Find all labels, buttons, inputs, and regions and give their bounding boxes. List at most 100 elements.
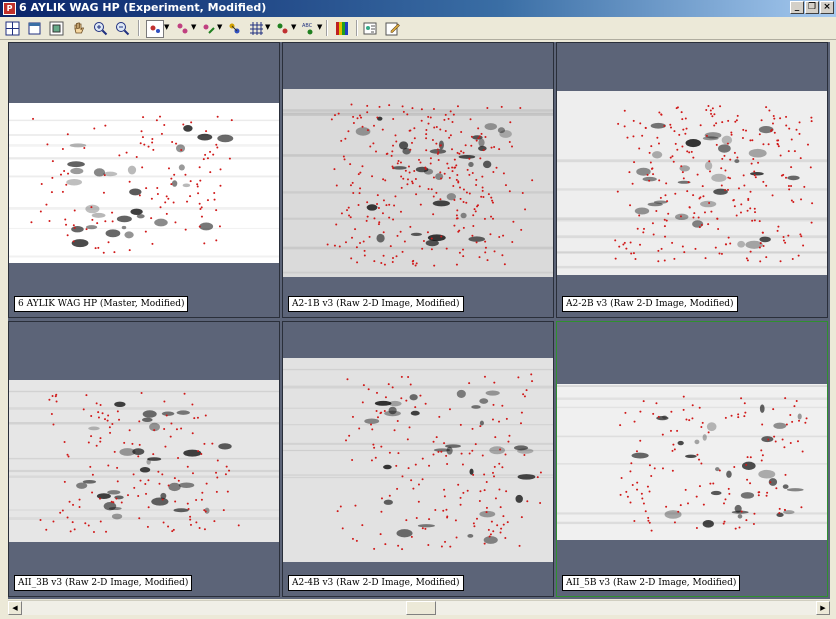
spot-marker xyxy=(106,419,109,422)
spot-marker xyxy=(95,402,98,405)
spot-marker xyxy=(196,183,199,186)
dropdown-arrow-icon[interactable]: ▼ xyxy=(217,23,222,31)
spot-marker xyxy=(500,105,503,108)
spot-marker xyxy=(382,178,385,181)
spot-marker xyxy=(397,159,400,162)
spot-marker xyxy=(788,188,791,191)
grid-layout-icon[interactable] xyxy=(4,20,20,36)
spot-marker xyxy=(123,441,126,444)
spot-marker xyxy=(409,383,412,386)
spot-match-icon[interactable] xyxy=(226,20,242,36)
gel-image xyxy=(9,103,279,263)
grid-overlay-icon[interactable] xyxy=(248,20,264,36)
window-title: 6 AYLIK WAG HP (Experiment, Modified) xyxy=(19,1,267,14)
spot-select-icon[interactable] xyxy=(146,20,164,38)
spot-marker xyxy=(150,217,153,220)
edit-notes-icon[interactable] xyxy=(384,20,400,36)
spot-marker xyxy=(189,515,192,518)
spot-marker xyxy=(737,413,740,416)
gel-blob xyxy=(139,467,151,473)
spot-marker xyxy=(191,403,194,406)
spot-marker xyxy=(678,133,681,136)
label-abc-icon[interactable]: ABC xyxy=(300,20,316,36)
spot-marker xyxy=(361,125,364,128)
panel-label: AII_3B v3 (Raw 2-D Image, Modified) xyxy=(14,575,193,591)
spot-marker xyxy=(522,393,525,396)
restore-icon[interactable]: ❐ xyxy=(805,1,819,14)
gel-panel-a2-2b[interactable]: A2-2B v3 (Raw 2-D Image, Modified) xyxy=(556,42,828,318)
gel-panel-aii-5b[interactable]: AII_5B v3 (Raw 2-D Image, Modified) xyxy=(556,321,828,597)
gel-streak xyxy=(283,385,553,389)
gel-panel-a2-4b[interactable]: A2-4B v3 (Raw 2-D Image, Modified) xyxy=(282,321,554,597)
gel-panel-master[interactable]: 6 AYLIK WAG HP (Master, Modified) xyxy=(8,42,280,318)
spot-marker xyxy=(455,214,458,217)
spot-marker xyxy=(48,398,51,401)
minimize-icon[interactable]: _ xyxy=(790,1,804,14)
spot-marker xyxy=(483,489,486,492)
spot-marker xyxy=(132,473,135,476)
scroll-thumb[interactable] xyxy=(406,601,436,615)
gel-blob xyxy=(759,236,771,243)
spot-marker xyxy=(205,482,208,485)
spot-marker xyxy=(660,247,663,250)
title-bar[interactable]: P 6 AYLIK WAG HP (Experiment, Modified) … xyxy=(0,0,836,17)
color-bars-icon[interactable] xyxy=(334,20,350,36)
spot-marker xyxy=(155,119,158,122)
gel-panel-aii-3b[interactable]: AII_3B v3 (Raw 2-D Image, Modified) xyxy=(8,321,280,597)
scroll-right-icon[interactable]: ▶ xyxy=(816,601,830,615)
spot-detect-icon[interactable] xyxy=(174,20,190,36)
spot-marker xyxy=(420,108,423,111)
dropdown-arrow-icon[interactable]: ▼ xyxy=(164,23,169,31)
spot-marker xyxy=(740,203,743,206)
gel-blob xyxy=(485,390,500,396)
spot-marker xyxy=(736,114,739,117)
dropdown-arrow-icon[interactable]: ▼ xyxy=(191,23,196,31)
spot-marker xyxy=(520,516,523,519)
spot-marker xyxy=(352,115,355,118)
gel-panel-a2-1b[interactable]: A2-1B v3 (Raw 2-D Image, Modified) xyxy=(282,42,554,318)
spot-marker xyxy=(462,188,465,191)
spot-marker xyxy=(159,115,162,118)
spot-marker xyxy=(475,517,478,520)
spot-marker xyxy=(734,120,737,123)
spot-marker xyxy=(55,393,58,396)
spot-marker xyxy=(160,132,163,135)
spot-marker xyxy=(83,146,86,149)
spot-marker xyxy=(418,185,421,188)
landmark-icon[interactable] xyxy=(274,20,290,36)
spot-marker xyxy=(805,417,808,420)
spot-marker xyxy=(133,486,136,489)
dropdown-arrow-icon[interactable]: ▼ xyxy=(291,23,296,31)
gel-streak xyxy=(283,424,553,426)
zoom-in-icon[interactable] xyxy=(92,20,108,36)
spot-marker xyxy=(444,129,447,132)
spot-marker xyxy=(128,180,131,183)
fit-view-icon[interactable] xyxy=(48,20,64,36)
single-view-icon[interactable] xyxy=(26,20,42,36)
spot-marker xyxy=(676,429,679,432)
spot-marker xyxy=(466,168,469,171)
spot-marker xyxy=(455,164,458,167)
gel-blob xyxy=(472,135,483,140)
horizontal-scrollbar[interactable]: ◀ ▶ xyxy=(8,600,830,615)
pan-hand-icon[interactable] xyxy=(70,20,86,36)
close-icon[interactable]: × xyxy=(820,1,834,14)
spot-marker xyxy=(447,117,450,120)
spot-edit-icon[interactable] xyxy=(200,20,216,36)
image-properties-icon[interactable] xyxy=(362,20,378,36)
gel-streak xyxy=(9,421,279,425)
spot-marker xyxy=(333,168,336,171)
spot-marker xyxy=(687,181,690,184)
spot-marker xyxy=(362,384,365,387)
spot-marker xyxy=(739,211,742,214)
gel-streak xyxy=(557,159,827,163)
spot-marker xyxy=(341,527,344,530)
zoom-out-icon[interactable] xyxy=(114,20,130,36)
spot-marker xyxy=(633,520,636,523)
spot-marker xyxy=(452,184,455,187)
spot-marker xyxy=(383,410,386,413)
scroll-left-icon[interactable]: ◀ xyxy=(8,601,22,615)
dropdown-arrow-icon[interactable]: ▼ xyxy=(265,23,270,31)
dropdown-arrow-icon[interactable]: ▼ xyxy=(317,23,322,31)
spot-marker xyxy=(137,455,140,458)
